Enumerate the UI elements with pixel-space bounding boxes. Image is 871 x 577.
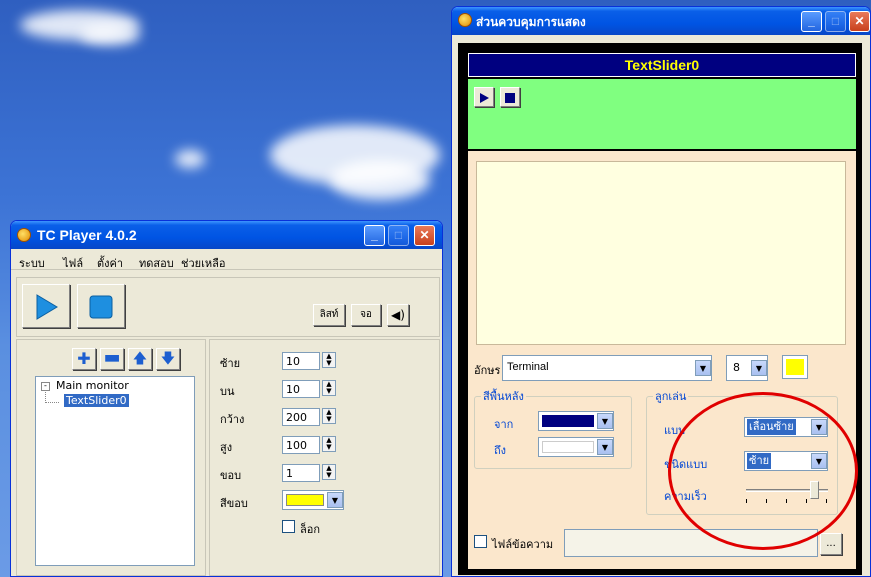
play-icon (36, 294, 58, 320)
stop-icon (89, 295, 113, 319)
border-field[interactable]: 1 (282, 464, 320, 482)
preview-stop-button[interactable] (500, 87, 520, 107)
tree-view[interactable]: - Main monitor TextSlider0 (35, 376, 195, 566)
font-size-select[interactable]: 8 ▼ (726, 355, 768, 381)
play-icon (480, 93, 489, 103)
chevron-down-icon[interactable]: ▼ (597, 439, 613, 455)
close-button[interactable]: ✕ (414, 225, 435, 246)
sound-button[interactable]: ◀) (387, 304, 409, 326)
header-bar: TextSlider0 (468, 53, 856, 77)
maximize-button[interactable]: □ (388, 225, 409, 246)
tree-connector (45, 392, 59, 403)
top-field[interactable]: 10 (282, 380, 320, 398)
top-label: บน (220, 385, 235, 398)
border-color-select[interactable]: ▼ (282, 490, 344, 510)
minimize-button[interactable]: _ (801, 11, 822, 32)
toolbar: ลิสท์ จอ ◀) (16, 277, 440, 337)
app-icon (458, 13, 472, 27)
chevron-down-icon[interactable]: ▼ (327, 492, 343, 508)
bg-from-label: จาก (494, 418, 514, 431)
font-label: อักษร (474, 364, 501, 377)
properties-panel: ซ้าย 10 ▲ ▼ บน 10 ▲ ▼ กว้าง 200 ▲ ▼ สูง 100… (209, 339, 440, 576)
header-name: TextSlider0 (624, 57, 700, 73)
width-spinner[interactable]: ▲ ▼ (322, 408, 336, 424)
text-file-checkbox[interactable] (474, 535, 487, 548)
tree-collapse-icon[interactable]: - (41, 382, 50, 391)
text-file-label: ไฟล์ข้อความ (492, 538, 554, 551)
control-title: ส่วนควบคุมการแสดง (476, 15, 586, 29)
app-icon (17, 228, 31, 242)
border-label: ขอบ (220, 469, 242, 482)
remove-button[interactable]: ▬ (100, 348, 124, 370)
highlight-ellipse (668, 392, 858, 550)
minimize-button[interactable]: _ (364, 225, 385, 246)
font-size-value: 8 (733, 361, 740, 374)
tree-child-selected[interactable]: TextSlider0 (64, 394, 129, 407)
player-titlebar[interactable]: TC Player 4.0.2 _ □ ✕ (11, 221, 442, 249)
browse-button[interactable]: ... (820, 533, 842, 555)
playback-area (468, 79, 856, 149)
move-up-button[interactable]: 🡅 (128, 348, 152, 370)
tree-root[interactable]: Main monitor (56, 379, 129, 392)
width-label: กว้าง (220, 413, 245, 426)
chevron-down-icon[interactable]: ▼ (695, 360, 711, 376)
control-titlebar[interactable]: ส่วนควบคุมการแสดง _ □ ✕ (452, 7, 870, 35)
tc-player-window: TC Player 4.0.2 _ □ ✕ ระบบ ไฟล์ ตั้งค่า … (10, 220, 443, 577)
height-spinner[interactable]: ▲ ▼ (322, 436, 336, 452)
top-spinner[interactable]: ▲ ▼ (322, 380, 336, 396)
move-down-button[interactable]: 🡇 (156, 348, 180, 370)
font-color-swatch (786, 359, 804, 375)
height-label: สูง (220, 441, 233, 454)
desktop-cloud (330, 160, 430, 200)
speaker-icon: ◀) (391, 308, 405, 322)
bg-legend: สีพื้นหลัง (483, 390, 524, 403)
bg-to-select[interactable]: ▼ (538, 437, 614, 457)
menu-test[interactable]: ทดสอบ (139, 254, 174, 272)
effect-legend: ลูกเล่น (655, 390, 687, 403)
font-value: Terminal (507, 361, 549, 373)
menu-settings[interactable]: ตั้งค่า (97, 254, 123, 272)
bg-from-select[interactable]: ▼ (538, 411, 614, 431)
maximize-button[interactable]: □ (825, 11, 846, 32)
menu-system[interactable]: ระบบ (19, 254, 45, 272)
desktop-cloud (80, 25, 140, 45)
player-title: TC Player 4.0.2 (37, 227, 137, 243)
left-spinner[interactable]: ▲ ▼ (322, 352, 336, 368)
menu-help[interactable]: ช่วยเหลือ (181, 254, 225, 272)
left-field[interactable]: 10 (282, 352, 320, 370)
preview-box (476, 161, 846, 345)
chevron-down-icon[interactable]: ▼ (751, 360, 767, 376)
screen-button[interactable]: จอ (351, 304, 381, 326)
menu-file[interactable]: ไฟล์ (63, 254, 83, 272)
stop-icon (505, 93, 515, 103)
play-button[interactable] (22, 284, 70, 328)
add-button[interactable]: ✚ (72, 348, 96, 370)
bg-to-swatch (542, 441, 594, 453)
bg-from-swatch (542, 415, 594, 427)
preview-play-button[interactable] (474, 87, 494, 107)
lock-checkbox[interactable] (282, 520, 295, 533)
height-field[interactable]: 100 (282, 436, 320, 454)
border-spinner[interactable]: ▲ ▼ (322, 464, 336, 480)
border-color-swatch (286, 494, 324, 506)
desktop-cloud (175, 150, 205, 168)
chevron-down-icon[interactable]: ▼ (597, 413, 613, 429)
list-button[interactable]: ลิสท์ (313, 304, 345, 326)
stop-button[interactable] (77, 284, 125, 328)
lock-label: ล็อก (300, 523, 321, 536)
left-label: ซ้าย (220, 357, 241, 370)
font-color-button[interactable] (782, 355, 808, 379)
border-color-label: สีขอบ (220, 497, 248, 510)
bg-to-label: ถึง (494, 444, 507, 457)
width-field[interactable]: 200 (282, 408, 320, 426)
menu-bar: ระบบ ไฟล์ ตั้งค่า ทดสอบ ช่วยเหลือ (11, 250, 442, 272)
font-select[interactable]: Terminal ▼ (502, 355, 712, 381)
close-button[interactable]: ✕ (849, 11, 870, 32)
tree-panel: ✚ ▬ 🡅 🡇 - Main monitor TextSlider0 (16, 339, 206, 576)
